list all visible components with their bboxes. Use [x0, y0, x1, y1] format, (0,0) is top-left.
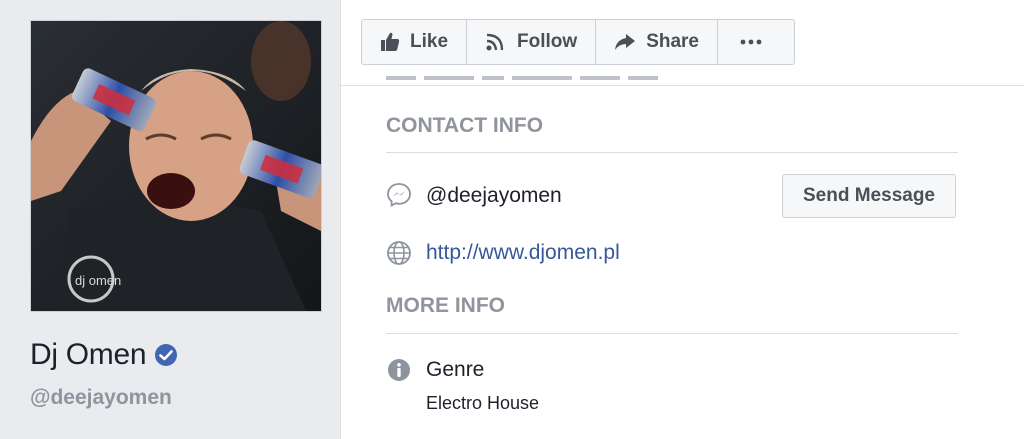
website-link[interactable]: http://www.djomen.pl [426, 241, 620, 265]
contact-divider [386, 152, 958, 153]
profile-photo[interactable]: dj omen [30, 20, 322, 312]
action-button-group: Like Follow Share [361, 19, 795, 65]
page-handle: @deejayomen [30, 386, 172, 409]
about-panel: Like Follow Share CONTACT INFO @deejayom… [340, 0, 1024, 439]
like-button[interactable]: Like [362, 20, 468, 64]
genre-value: Electro House [426, 393, 540, 413]
page-name[interactable]: Dj Omen [30, 338, 147, 372]
like-label: Like [410, 31, 449, 52]
more-dots-icon [740, 39, 762, 45]
send-message-button[interactable]: Send Message [782, 174, 956, 218]
more-info-divider [386, 333, 958, 334]
share-button[interactable]: Share [596, 20, 718, 64]
genre-label: Genre [426, 358, 485, 381]
verified-badge-icon [154, 343, 178, 367]
more-button[interactable] [718, 20, 794, 64]
shirt-logo: dj omen [75, 273, 121, 288]
share-label: Share [646, 31, 699, 52]
info-icon [388, 359, 410, 381]
more-info-title: MORE INFO [386, 294, 505, 317]
follow-label: Follow [517, 31, 578, 52]
left-column: dj omen Dj Omen @deejayomen [0, 0, 340, 439]
globe-icon [387, 241, 411, 265]
messenger-handle: @deejayomen [426, 184, 562, 207]
clipped-content [386, 74, 666, 86]
thumbs-up-icon [381, 32, 400, 51]
follow-button[interactable]: Follow [467, 20, 597, 64]
rss-icon [486, 33, 504, 51]
share-arrow-icon [615, 34, 636, 50]
contact-info-title: CONTACT INFO [386, 114, 544, 137]
name-row: Dj Omen [30, 338, 178, 372]
messenger-icon [387, 183, 411, 208]
